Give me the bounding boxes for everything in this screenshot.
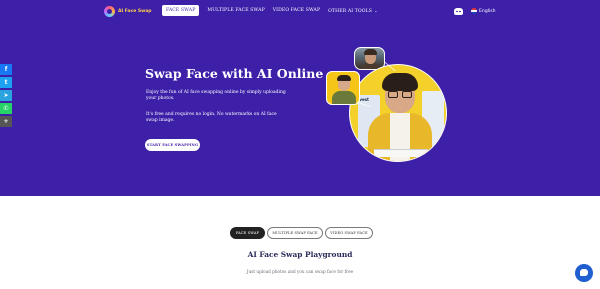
thumbnail-body xyxy=(332,91,356,104)
chevron-down-icon: ⌄ xyxy=(374,7,378,13)
nav-item-other-ai-tools[interactable]: OTHER AI TOOLS ⌄ xyxy=(328,8,377,14)
nav-menu: FACE SWAP MULTIPLE FACE SWAP VIDEO FACE … xyxy=(162,5,378,16)
discord-icon[interactable] xyxy=(454,8,463,15)
facebook-icon[interactable]: f xyxy=(0,64,12,75)
language-selector[interactable]: English xyxy=(471,8,496,14)
image-book xyxy=(374,149,428,157)
chat-bubble-icon xyxy=(580,269,588,276)
thumbnail-hair xyxy=(337,75,351,81)
nav-item-other-ai-tools-label: OTHER AI TOOLS xyxy=(328,8,373,14)
nav-item-video-face-swap[interactable]: VIDEO FACE SWAP xyxy=(273,8,320,13)
start-face-swapping-button[interactable]: START FACE SWAPPING xyxy=(145,139,200,151)
target-face-thumbnail xyxy=(326,71,360,105)
more-share-icon[interactable]: + xyxy=(0,116,12,127)
playground-subtitle: Just upload photos and you can swap face… xyxy=(246,269,354,274)
thumbnail-hair xyxy=(364,49,377,55)
top-navigation: AI Face Swap FACE SWAP MULTIPLE FACE SWA… xyxy=(0,0,600,24)
logo-icon xyxy=(104,6,115,17)
tab-face-swap[interactable]: FACE SWAP xyxy=(230,227,265,239)
tab-video-swap-face[interactable]: VIDEO SWAP FACE xyxy=(325,227,373,239)
hero-description-2: It's free and requires no login. No wate… xyxy=(146,112,277,124)
logo-text: AI Face Swap xyxy=(118,9,152,14)
hero-section: AI Face Swap FACE SWAP MULTIPLE FACE SWA… xyxy=(0,0,600,196)
hero-main-image: Invest xyxy=(349,64,447,162)
swap-mode-tabs: FACE SWAP MULTIPLE SWAP FACE VIDEO SWAP … xyxy=(230,227,373,239)
social-share-bar: f t ➤ ✆ + xyxy=(0,64,12,129)
playground-title: AI Face Swap Playground xyxy=(247,250,353,259)
nav-item-face-swap[interactable]: FACE SWAP xyxy=(162,5,200,16)
nav-item-multiple-face-swap[interactable]: MULTIPLE FACE SWAP xyxy=(207,8,264,13)
chat-button[interactable] xyxy=(575,264,593,282)
whatsapp-icon[interactable]: ✆ xyxy=(0,103,12,114)
tab-multiple-swap-face[interactable]: MULTIPLE SWAP FACE xyxy=(267,227,323,239)
flag-icon xyxy=(471,8,477,14)
hero-description: Enjoy the fun of AI face swapping online… xyxy=(146,90,286,102)
hero-title: Swap Face with AI Online xyxy=(145,66,324,81)
language-label: English xyxy=(479,8,496,14)
logo[interactable]: AI Face Swap xyxy=(104,6,152,17)
image-hair xyxy=(382,73,418,91)
image-glasses-right xyxy=(402,91,412,98)
telegram-icon[interactable]: ➤ xyxy=(0,90,12,101)
image-glasses-left xyxy=(388,91,398,98)
twitter-icon[interactable]: t xyxy=(0,77,12,88)
